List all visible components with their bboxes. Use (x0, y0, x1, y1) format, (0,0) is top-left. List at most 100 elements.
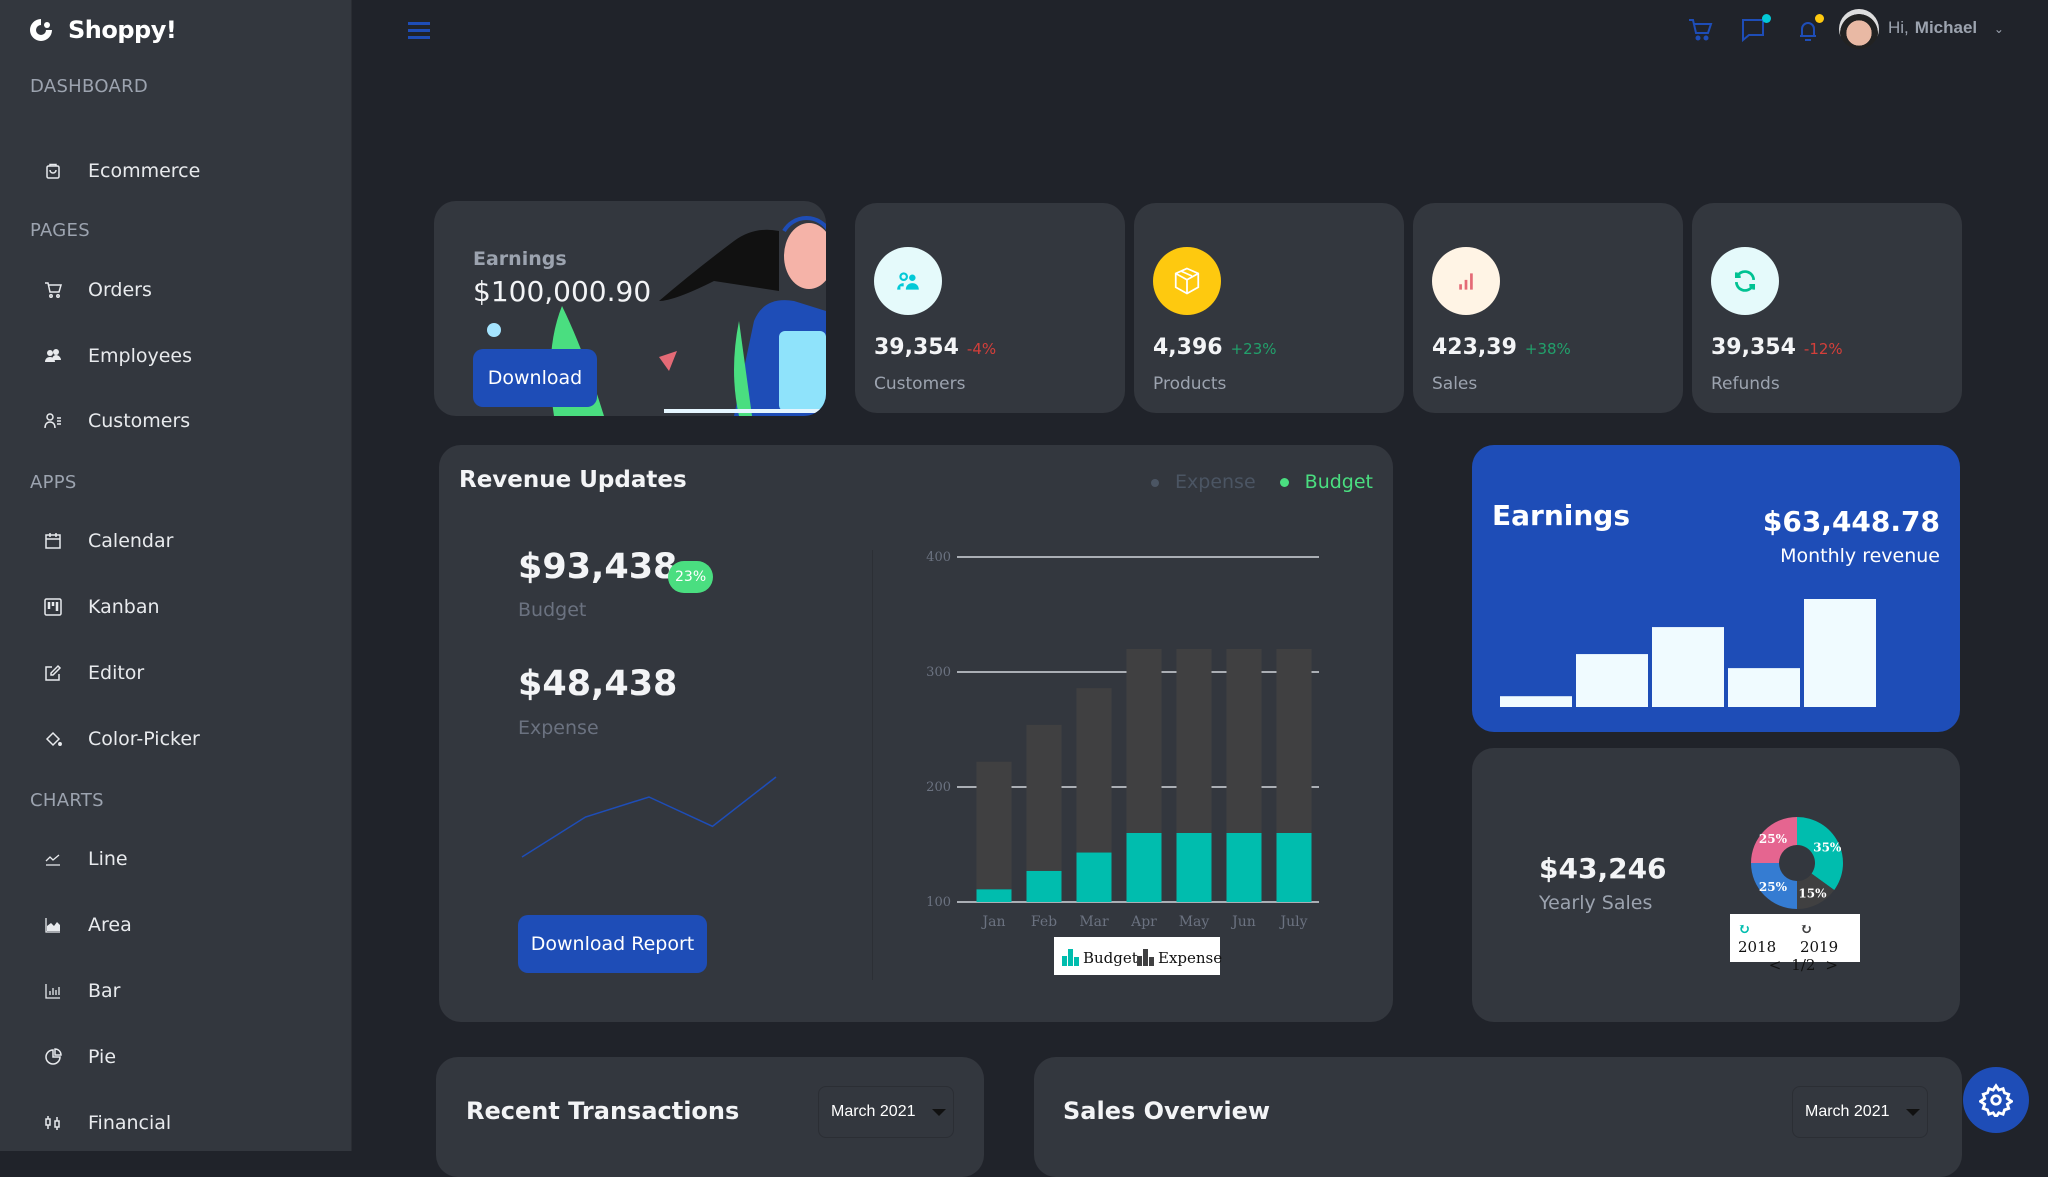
bar-chart-icon[interactable] (1432, 247, 1500, 315)
donut-legend: ↻ 2018 ↻ 2019 < 1/2 > (1730, 914, 1860, 974)
yearly-sales-label: Yearly Sales (1539, 892, 1653, 914)
budget-badge: 23% (668, 561, 714, 593)
gear-icon (1979, 1083, 2013, 1117)
customers-icon[interactable] (874, 247, 942, 315)
chat-notification-dot (1762, 14, 1771, 23)
dropdown-value: March 2021 (1805, 1103, 1890, 1120)
stat-card-refunds: 39,354 -12% Refunds (1692, 203, 1962, 413)
legend-budget-icon (1062, 956, 1067, 966)
legend-budget[interactable]: Budget (1279, 471, 1373, 493)
cart-icon[interactable] (1686, 16, 1714, 44)
bar-budget (1126, 833, 1162, 902)
sidebar-item-label: Kanban (88, 596, 160, 618)
bar-budget (1176, 833, 1212, 902)
dropdown-arrow-icon (931, 1108, 946, 1116)
area-chart-icon (45, 918, 60, 933)
legend-next-button[interactable]: > (1825, 956, 1838, 974)
section-charts: CHARTS (30, 790, 104, 811)
line-chart-icon (45, 854, 60, 866)
download-button[interactable]: Download (473, 349, 597, 407)
pie-chart-icon (45, 1048, 62, 1065)
y-tick-label: 200 (926, 780, 951, 795)
stat-label: Refunds (1711, 374, 1780, 394)
stat-value: 39,354 (1711, 335, 1796, 360)
menu-icon[interactable] (408, 22, 430, 40)
sidebar-item-calendar[interactable]: Calendar (44, 530, 173, 552)
x-tick-label: July (1278, 914, 1307, 930)
stat-change: +23% (1230, 340, 1277, 358)
sidebar-item-orders[interactable]: Orders (44, 279, 152, 301)
sidebar-item-label: Bar (88, 980, 121, 1002)
bell-notification-dot (1815, 14, 1824, 23)
sidebar-item-label: Line (88, 848, 128, 870)
sidebar-item-employees[interactable]: Employees (44, 345, 192, 367)
transactions-period-dropdown[interactable]: March 2021 (818, 1086, 954, 1138)
x-tick-label: Mar (1079, 914, 1109, 930)
refresh-icon[interactable] (1711, 247, 1779, 315)
calendar-icon (45, 533, 61, 549)
sidebar-item-label: Calendar (88, 530, 174, 552)
download-report-button[interactable]: Download Report (518, 915, 707, 973)
sidebar-item-label: Color-Picker (88, 728, 200, 750)
greeting-text: Hi, (1888, 18, 1909, 37)
sidebar-item-kanban[interactable]: Kanban (44, 596, 160, 618)
donut-slice-label: 25% (1759, 832, 1788, 846)
sidebar-item-area[interactable]: Area (44, 914, 132, 936)
sidebar-item-line[interactable]: Line (44, 848, 128, 870)
legend-expense[interactable]: Expense (1151, 471, 1256, 493)
chevron-down-icon: ⌄ (1993, 22, 2004, 36)
sparkline-line (521, 776, 777, 858)
sidebar-item-color-picker[interactable]: Color-Picker (44, 728, 200, 750)
x-tick-label: Feb (1031, 914, 1057, 930)
sales-period-dropdown[interactable]: March 2021 (1792, 1086, 1928, 1138)
divider (872, 550, 873, 980)
bar-budget (1226, 833, 1262, 902)
box-icon[interactable] (1153, 247, 1221, 315)
yearly-sales-card: $43,246 Yearly Sales 35% 15% 25% 25% ↻ 2018… (1472, 748, 1960, 1022)
sidebar-item-customers[interactable]: Customers (44, 410, 190, 432)
budget-value: $93,438 (518, 547, 678, 587)
bar-expense (1176, 649, 1212, 833)
earnings-banner: Earnings $100,000.90 Download (434, 201, 826, 416)
edit-icon (45, 664, 62, 681)
stat-value: 4,396 (1153, 335, 1223, 360)
sidebar-item-pie[interactable]: Pie (44, 1046, 116, 1068)
earnings-bar (1576, 654, 1648, 707)
donut-slice-label: 35% (1813, 841, 1842, 855)
yearly-sales-amount: $43,246 (1539, 852, 1667, 885)
sidebar-item-ecommerce[interactable]: Ecommerce (44, 160, 200, 182)
earnings-card-amount: $63,448.78 (1762, 505, 1940, 538)
legend-expense-icon (1143, 949, 1148, 966)
kanban-icon (44, 598, 62, 616)
legend-2019[interactable]: ↻ 2019 (1800, 920, 1852, 956)
earnings-card-title: Earnings (1492, 499, 1631, 532)
sidebar-item-label: Financial (88, 1112, 172, 1134)
bar-expense (1126, 649, 1162, 833)
section-pages: PAGES (30, 220, 90, 241)
x-tick-label: Jan (981, 914, 1006, 930)
y-tick-label: 100 (926, 895, 951, 910)
recent-transactions-title: Recent Transactions (466, 1097, 740, 1125)
customers-icon (44, 413, 61, 429)
stat-label: Sales (1432, 374, 1478, 394)
settings-button[interactable] (1963, 1067, 2029, 1133)
user-name: Michael (1914, 18, 1978, 37)
sidebar: Shoppy! DASHBOARD Ecommerce PAGES Orders… (0, 0, 352, 1151)
stat-card-products: 4,396 +23% Products (1134, 203, 1404, 413)
sidebar-item-editor[interactable]: Editor (44, 662, 144, 684)
shopping-bag-icon (46, 163, 60, 179)
donut-slice-label: 15% (1798, 886, 1827, 900)
app-logo[interactable]: Shoppy! (28, 16, 177, 44)
budget-label: Budget (518, 599, 587, 621)
bar-expense (976, 761, 1012, 890)
legend-prev-button[interactable]: < (1769, 956, 1782, 974)
user-greeting[interactable]: Hi, Michael ⌄ (1888, 18, 2004, 38)
sidebar-item-label: Pie (88, 1046, 117, 1068)
earnings-bar (1804, 599, 1876, 707)
sidebar-item-bar[interactable]: Bar (44, 980, 121, 1002)
section-dashboard: DASHBOARD (30, 76, 149, 97)
legend-2018[interactable]: ↻ 2018 (1738, 920, 1790, 956)
sidebar-item-financial[interactable]: Financial (44, 1112, 171, 1134)
avatar[interactable] (1839, 9, 1879, 49)
bar-chart-icon (45, 984, 60, 999)
